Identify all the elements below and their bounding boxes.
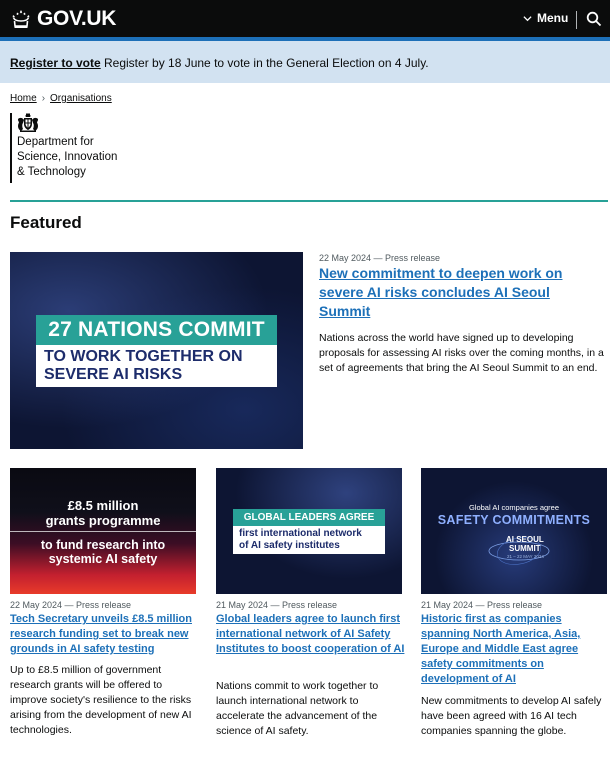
organisation-name-line-3: & Technology (17, 166, 86, 178)
card-image-subheadline: to fund research into systemic AI safety (10, 538, 196, 566)
header-divider (576, 11, 577, 29)
breadcrumb-home[interactable]: Home (10, 93, 37, 104)
feature-card-link[interactable]: Historic first as companies spanning Nor… (421, 612, 606, 687)
card-image-headline: SAFETY COMMITMENTS (437, 513, 591, 527)
banner-text: Register by 18 June to vote in the Gener… (104, 56, 429, 70)
lead-image-subheadline-line-2: SEVERE AI RISKS (44, 366, 183, 383)
breadcrumb-organisations[interactable]: Organisations (50, 93, 112, 104)
breadcrumb: Home › Organisations (10, 93, 112, 104)
featured-heading: Featured (10, 213, 82, 232)
feature-card-description: Nations commit to work together to launc… (216, 680, 379, 737)
lead-feature-link[interactable]: New commitment to deepen work on severe … (319, 264, 589, 321)
card-image-headline-line-1: £8.5 million (67, 498, 139, 513)
card-image-subheadline-line-2: of AI safety institutes (239, 540, 340, 551)
feature-card-image[interactable]: GLOBAL LEADERS AGREE first international… (216, 468, 402, 594)
lead-image-subheadline-line-1: TO WORK TOGETHER ON (44, 348, 243, 365)
image-background (421, 468, 607, 594)
feature-card-meta: 22 May 2024 — Press release (10, 600, 132, 610)
feature-card-meta: 21 May 2024 — Press release (421, 600, 543, 610)
lead-feature-description: Nations across the world have signed up … (319, 332, 604, 374)
lead-feature-meta: 22 May 2024 — Press release (319, 253, 441, 263)
organisation-logo[interactable]: Department for Science, Innovation & Tec… (10, 113, 117, 183)
organisation-name-line-1: Department for (17, 136, 94, 148)
card-image-headline-line-2: grants programme (45, 513, 161, 528)
royal-coat-of-arms-icon (18, 113, 38, 132)
summit-logo-text-1: AI SEOUL (506, 535, 544, 544)
logo-text: GOV.UK (37, 7, 117, 30)
card-image-subheadline-line-1: first international network (239, 528, 362, 539)
lead-feature-image[interactable]: 27 NATIONS COMMIT TO WORK TOGETHER ON SE… (10, 252, 303, 449)
search-icon[interactable] (586, 11, 602, 27)
lead-image-subheadline: TO WORK TOGETHER ON SEVERE AI RISKS (36, 345, 277, 387)
card-image-subheadline-line-1: to fund research into (40, 538, 166, 552)
divider (10, 531, 196, 532)
feature-card-image[interactable]: £8.5 million grants programme to fund re… (10, 468, 196, 594)
site-header: GOV.UK Menu (0, 0, 610, 40)
menu-label: Menu (537, 11, 569, 25)
card-image-kicker: Global AI companies agree (468, 503, 560, 512)
organisation-brand-rule (10, 200, 608, 202)
feature-card-description: New commitments to develop AI safely hav… (421, 695, 602, 737)
feature-card-meta: 21 May 2024 — Press release (216, 600, 338, 610)
card-image-headline: £8.5 million grants programme (10, 498, 196, 528)
chevron-down-icon (523, 15, 532, 21)
summit-logo-date: 21 – 22 MAY 2024 (507, 554, 544, 559)
govuk-logo-link[interactable]: GOV.UK (10, 7, 116, 31)
summit-logo-text-2: SUMMIT (509, 544, 541, 553)
chevron-right-icon: › (41, 93, 46, 104)
card-image-subheadline-line-2: systemic AI safety (48, 552, 158, 566)
card-image-subheadline: first international network of AI safety… (233, 526, 385, 554)
card-image-headline: GLOBAL LEADERS AGREE (233, 509, 385, 526)
feature-card-description: Up to £8.5 million of government researc… (10, 664, 192, 736)
organisation-name-line-2: Science, Innovation (17, 151, 118, 163)
lead-image-headline: 27 NATIONS COMMIT (36, 315, 277, 345)
register-to-vote-link[interactable]: Register to vote (10, 56, 101, 70)
menu-button[interactable]: Menu (523, 11, 568, 25)
crown-icon (12, 10, 30, 28)
feature-card-link[interactable]: Global leaders agree to launch first int… (216, 612, 406, 657)
feature-card-link[interactable]: Tech Secretary unveils £8.5 million rese… (10, 612, 200, 657)
feature-card-image[interactable]: Global AI companies agree SAFETY COMMITM… (421, 468, 607, 594)
